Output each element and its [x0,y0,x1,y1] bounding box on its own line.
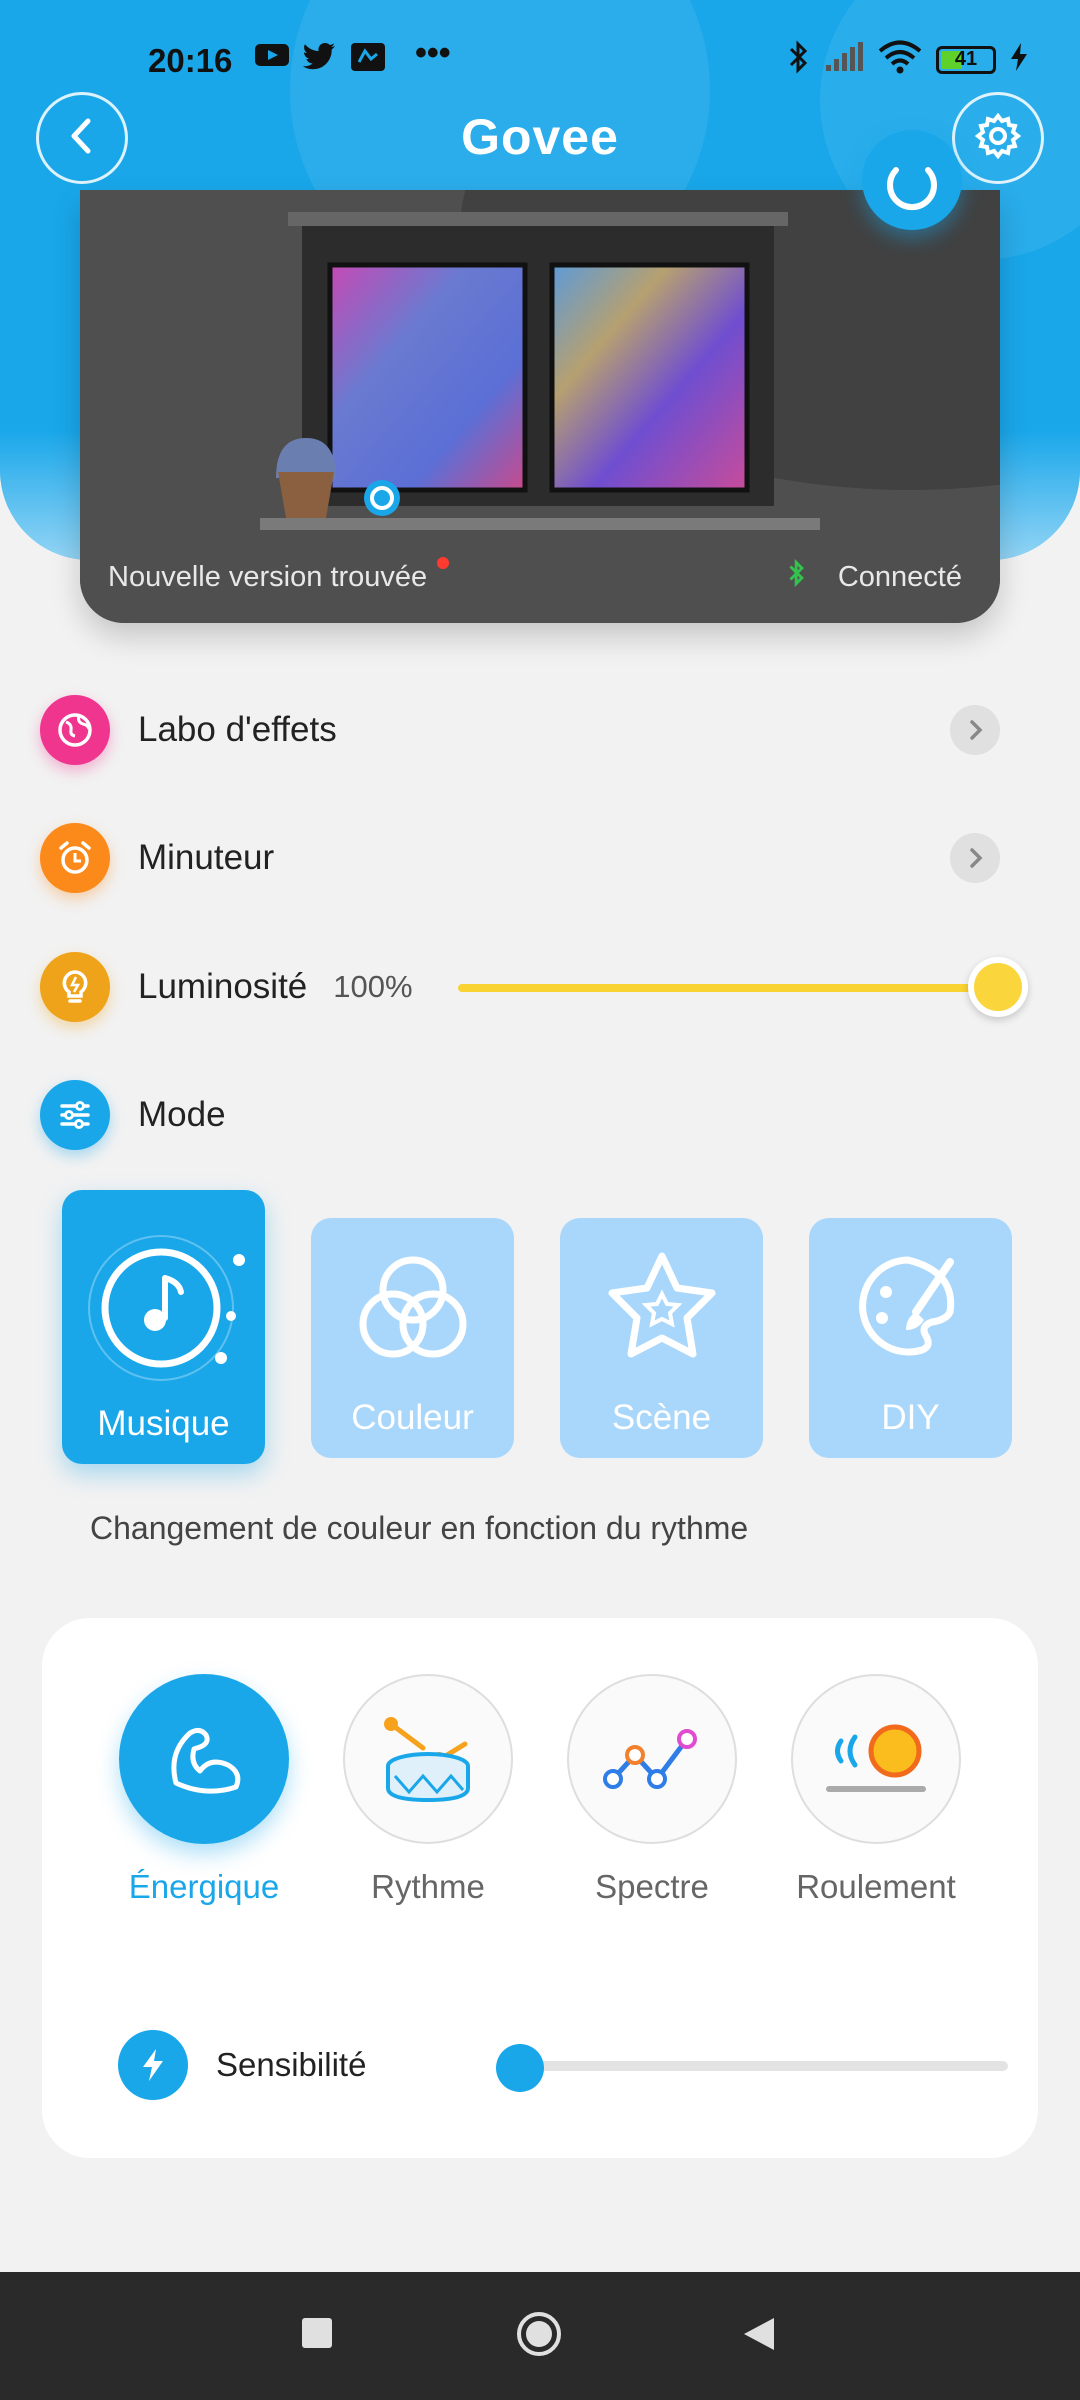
more-notifications-icon: ••• [415,34,451,72]
status-bar: 20:16 ••• 41 [0,30,1080,90]
device-status-line: Nouvelle version trouvée Connecté [80,531,1000,623]
music-effect-spectrum[interactable]: Spectre [564,1674,740,1906]
sensitivity-slider-track[interactable] [498,2061,1008,2071]
mode-description: Changement de couleur en fonction du ryt… [90,1510,749,1546]
brightness-row: Luminosité 100% [40,947,1040,1027]
settings-button[interactable] [952,92,1044,184]
mode-tab-label: Scène [611,1398,712,1437]
wifi-icon [878,40,922,79]
chevron-right-icon [950,833,1000,883]
globe-icon [40,695,110,765]
rolling-icon [791,1674,961,1844]
lightbulb-icon [40,952,110,1022]
power-button[interactable] [862,130,962,230]
window-lights-illustration [260,212,820,530]
recents-button[interactable] [300,2316,334,2355]
mode-tab-label: Couleur [351,1398,474,1437]
battery-icon: 41 [936,45,996,74]
brightness-slider-thumb[interactable] [968,957,1028,1017]
music-mode-panel: Énergique Rythme Spectre Roulement Sensi… [42,1618,1038,2158]
twitter-icon [302,42,336,75]
update-text: Nouvelle version trouvée [108,560,428,593]
sensitivity-slider-thumb[interactable] [496,2044,544,2092]
chevron-right-icon [950,705,1000,755]
charging-icon [1010,42,1028,77]
brightness-slider-track[interactable] [458,984,1000,992]
mode-label: Mode [138,1095,226,1134]
mode-tabs: Musique Couleur Scène DIY [62,1190,1012,1464]
music-effect-label: Rythme [371,1868,485,1905]
mode-tab-music[interactable]: Musique [62,1190,265,1464]
effects-lab-row[interactable]: Labo d'effets [40,690,1040,770]
update-dot-icon [437,556,450,569]
gear-icon [974,112,1022,165]
bluetooth-icon [788,40,810,79]
flexed-arm-icon [119,1674,289,1844]
device-preview-card[interactable]: Nouvelle version trouvée Connecté [80,190,1000,623]
palette-brush-icon [809,1248,1012,1368]
back-nav-button[interactable] [742,2316,776,2357]
system-navigation-bar [0,2272,1080,2400]
mode-tab-diy[interactable]: DIY [809,1218,1012,1458]
effects-lab-label: Labo d'effets [138,710,337,749]
music-effect-label: Énergique [128,1868,280,1905]
home-button[interactable] [515,2310,563,2363]
music-effect-label: Roulement [796,1868,956,1905]
brightness-label: Luminosité [138,967,308,1006]
music-effect-energetic[interactable]: Énergique [116,1674,292,1906]
music-effect-rolling[interactable]: Roulement [788,1674,964,1906]
status-time: 20:16 [148,42,233,79]
connection-text: Connecté [837,560,962,593]
firmware-update-notice[interactable]: Nouvelle version trouvée [108,556,450,594]
alarm-clock-icon [40,823,110,893]
bluetooth-icon [788,558,806,596]
connection-status: Connecté [788,558,962,596]
spectrum-line-icon [567,1674,737,1844]
mode-tab-label: DIY [881,1398,940,1437]
mode-tab-label: Musique [97,1404,230,1443]
lightning-icon [118,2030,188,2100]
sensitivity-label: Sensibilité [216,2046,367,2083]
signal-icon [824,41,864,78]
color-circles-icon [311,1248,514,1368]
sliders-icon [40,1080,110,1150]
battery-level: 41 [954,48,978,70]
timer-row[interactable]: Minuteur [40,818,1040,898]
youtube-icon [255,42,289,73]
app-notification-icon [350,42,386,77]
music-effect-label: Spectre [595,1868,709,1905]
mode-row: Mode [40,1075,1040,1155]
mode-tab-scene[interactable]: Scène [560,1218,763,1458]
star-icon [560,1248,763,1368]
power-icon [862,167,962,234]
music-effect-rhythm[interactable]: Rythme [340,1674,516,1906]
mode-tab-color[interactable]: Couleur [311,1218,514,1458]
timer-label: Minuteur [138,838,275,877]
sensitivity-row: Sensibilité [118,2030,1008,2100]
drum-icon [343,1674,513,1844]
brightness-value: 100% [333,969,413,1004]
music-note-icon [62,1220,265,1390]
